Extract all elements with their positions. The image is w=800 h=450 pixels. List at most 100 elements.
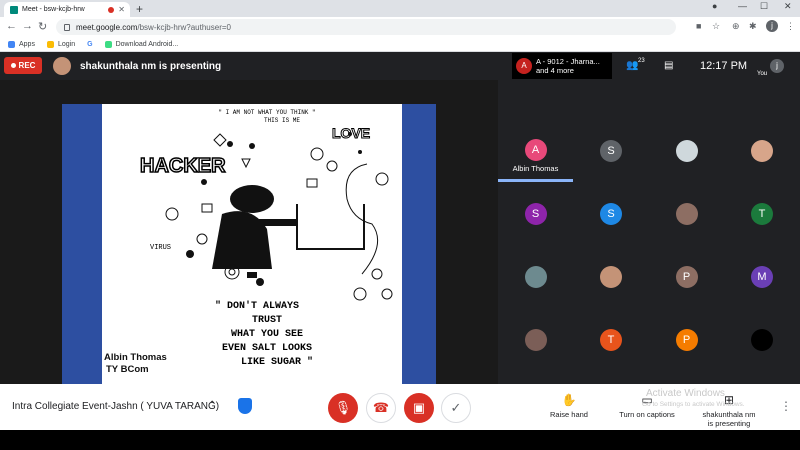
bookmark-apps[interactable]: Apps — [8, 40, 35, 48]
slide-caption-top2: THIS IS ME — [264, 117, 300, 124]
raise-hand-label: Raise hand — [550, 410, 588, 419]
star-icon[interactable]: ☆ — [712, 21, 720, 32]
bookmark-login[interactable]: Login — [46, 40, 75, 48]
slide-author-class: TY BCom — [106, 363, 149, 375]
presented-slide: " I AM NOT WHAT YOU THINK " THIS IS ME H… — [62, 104, 436, 384]
back-icon[interactable]: ← — [6, 20, 17, 32]
extension-icon[interactable]: ⊕ — [732, 21, 740, 32]
new-tab-button[interactable]: + — [136, 2, 143, 16]
meeting-title[interactable]: Intra Collegiate Event-Jashn ( YUVA TARA… — [12, 401, 219, 412]
self-tile: j You — [757, 56, 791, 80]
self-avatar: j — [770, 59, 784, 73]
virus-word: VIRUS — [150, 244, 171, 252]
hand-icon: ✋ — [561, 393, 577, 407]
rec-label: REC — [18, 61, 36, 70]
camera-off-icon: ▣ — [412, 400, 426, 415]
camera-icon[interactable]: ■ — [696, 21, 701, 31]
close-window-icon[interactable]: ✕ — [784, 1, 792, 12]
meet-favicon-icon — [10, 5, 18, 14]
reload-icon[interactable]: ↻ — [38, 20, 47, 33]
notification-line2: and 4 more — [536, 66, 574, 76]
participant-avatar: T — [751, 203, 773, 225]
slide-caption-top: " I AM NOT WHAT YOU THINK " — [218, 109, 315, 116]
participant-tile[interactable]: S — [498, 183, 573, 245]
camera-off-button[interactable]: ▣ — [404, 393, 434, 423]
participant-tile[interactable] — [574, 246, 649, 308]
meet-top-bar: REC shakunthala nm is presenting — [0, 52, 800, 80]
browser-tab[interactable]: Meet - bsw-kcjb-hrw ✕ — [4, 2, 130, 17]
participant-tile[interactable]: S — [574, 120, 649, 182]
rec-dot-icon — [10, 63, 16, 68]
woman-outline-icon — [345, 163, 379, 275]
participant-tile[interactable] — [498, 246, 573, 308]
slide-author: Albin Thomas TY BCom — [104, 352, 167, 376]
mic-off-button[interactable]: 🎙 — [328, 393, 358, 423]
profile-dot-icon[interactable]: ● — [712, 1, 717, 11]
participant-avatar: S — [600, 203, 622, 225]
raise-hand-button[interactable]: ✋ Raise hand — [534, 393, 604, 419]
recording-badge: REC — [4, 57, 42, 74]
bookmark-android[interactable]: Download Android... — [104, 40, 179, 48]
activate-windows-watermark: Activate Windows — [646, 388, 725, 399]
laptop-right-icon — [332, 204, 365, 250]
quote-line-3: WHAT YOU SEE — [231, 329, 303, 340]
minimize-icon[interactable]: — — [738, 1, 747, 11]
participant-avatar: A — [524, 138, 547, 161]
captions-label: Turn on captions — [619, 410, 675, 419]
meeting-clock: 12:17 PM — [700, 60, 748, 72]
hacker-silhouette-icon — [212, 185, 297, 269]
presenting-status: shakunthala nm is presenting — [80, 61, 222, 72]
notification-line1: A - 9012 - Jharna... — [536, 57, 600, 66]
confirm-button[interactable]: ✓ — [441, 393, 471, 423]
bookmark-label: Download Android... — [115, 40, 179, 48]
participant-tile[interactable] — [498, 309, 573, 371]
participant-tile[interactable] — [649, 183, 724, 245]
close-tab-icon[interactable]: ✕ — [118, 5, 125, 14]
presenter-avatar — [53, 57, 71, 75]
participant-count: 23 — [638, 58, 645, 64]
forward-icon[interactable]: → — [22, 20, 33, 32]
quote-line-5: LIKE SUGAR " — [241, 356, 313, 368]
participant-avatar — [751, 329, 773, 351]
url-input[interactable]: meet.google.com/bsw-kcjb-hrw?authuser=0 — [56, 19, 676, 35]
participant-tile[interactable] — [725, 120, 800, 182]
shield-icon[interactable] — [238, 398, 252, 414]
participant-tile[interactable]: P — [649, 309, 724, 371]
participant-tile[interactable]: T — [574, 309, 649, 371]
participant-tile[interactable]: T — [725, 183, 800, 245]
apps-grid-icon — [8, 40, 15, 48]
people-icon[interactable]: 👥 — [626, 60, 638, 71]
more-options-icon[interactable]: ⋮ — [780, 399, 792, 413]
participant-tile[interactable] — [649, 120, 724, 182]
self-label: You — [757, 71, 768, 77]
slide-author-name: Albin Thomas — [104, 352, 167, 363]
quote-line-4: EVEN SALT LOOKS — [222, 343, 312, 354]
maximize-icon[interactable]: ☐ — [760, 1, 768, 12]
chat-icon[interactable]: ▤ — [664, 60, 673, 71]
bookmarks-bar: Apps Login G Download Android... — [0, 37, 800, 52]
url-host: meet.google.com — [76, 22, 138, 32]
lock-icon — [64, 23, 70, 31]
address-bar-row: ← → ↻ meet.google.com/bsw-kcjb-hrw?authu… — [0, 17, 800, 37]
notification-avatar: A — [516, 58, 532, 74]
chevron-up-icon[interactable]: ⌃ — [208, 400, 216, 411]
participant-tile[interactable]: A Albin Thomas — [498, 120, 573, 182]
participant-tile[interactable] — [725, 309, 800, 371]
participant-tile[interactable]: P — [649, 246, 724, 308]
participant-avatar: M — [751, 266, 773, 288]
url-path: /bsw-kcjb-hrw?authuser=0 — [137, 22, 231, 32]
bookmark-google[interactable]: G — [87, 41, 92, 48]
leave-call-button[interactable]: ☎ — [366, 393, 396, 423]
participant-grid: A Albin Thomas S S S T P M T P — [498, 120, 800, 384]
browser-tab-strip: Meet - bsw-kcjb-hrw ✕ + ● — ☐ ✕ — [0, 0, 800, 17]
participant-name: Albin Thomas — [512, 164, 559, 173]
profile-avatar[interactable]: j — [766, 20, 778, 32]
menu-kebab-icon[interactable]: ⋮ — [786, 21, 795, 32]
participant-tile[interactable]: M — [725, 246, 800, 308]
presenting-label-1: shakunthala nm — [702, 410, 756, 420]
participant-photo — [675, 203, 698, 225]
google-icon: G — [87, 40, 93, 48]
puzzle-icon[interactable]: ✱ — [749, 21, 757, 32]
participant-photo — [675, 140, 698, 162]
participant-tile[interactable]: S — [574, 183, 649, 245]
